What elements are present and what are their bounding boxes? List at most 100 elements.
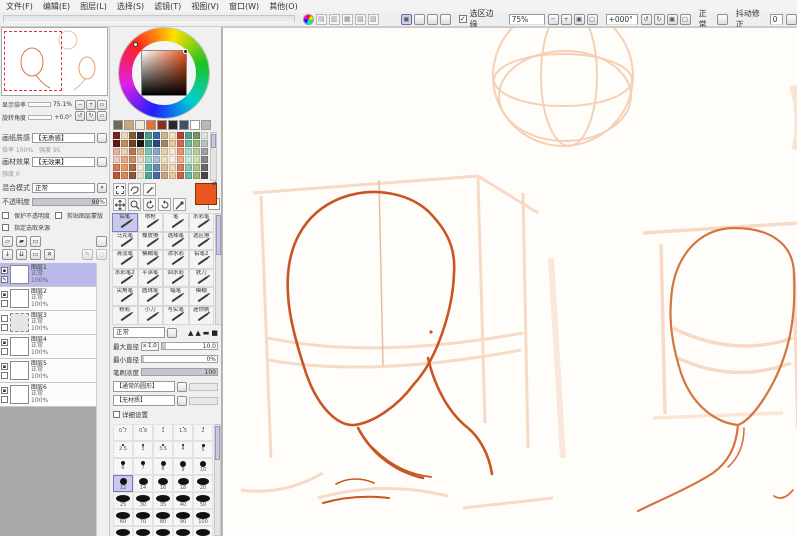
- brush-grid-scrollbar[interactable]: [215, 213, 222, 325]
- size-preset-9[interactable]: 9: [173, 458, 193, 475]
- color-swatch[interactable]: [177, 148, 184, 155]
- size-preset-3[interactable]: 3: [133, 441, 153, 458]
- layer-visibility-checkbox[interactable]: ▪: [1, 267, 8, 274]
- panel-toggle-icon[interactable]: ▨: [368, 14, 379, 25]
- brush-edge-shape-icon[interactable]: ■: [211, 328, 218, 338]
- brush-tool-8[interactable]: 选区擦: [189, 232, 215, 251]
- color-swatch[interactable]: [129, 164, 136, 171]
- color-swatch[interactable]: [201, 156, 208, 163]
- size-preset-30[interactable]: 30: [133, 492, 153, 509]
- brush-texture-button[interactable]: [177, 396, 187, 406]
- menu-item-8[interactable]: 其他(O): [269, 1, 298, 12]
- preserve-opacity-checkbox[interactable]: [2, 212, 9, 219]
- color-swatch[interactable]: [193, 148, 200, 155]
- color-swatch[interactable]: [113, 140, 120, 147]
- layer-row-4[interactable]: ▪图层4正常100%: [0, 335, 96, 359]
- brush-tool-14[interactable]: 平涂笔: [138, 269, 164, 288]
- advanced-settings-checkbox[interactable]: [113, 411, 120, 418]
- panel-toggle-icon[interactable]: ▦: [342, 14, 353, 25]
- size-preset-16[interactable]: 16: [153, 475, 173, 492]
- mixer-color-swatch[interactable]: [190, 120, 200, 130]
- merge-down-button[interactable]: ⇊: [16, 249, 27, 260]
- menu-item-6[interactable]: 视图(V): [191, 1, 219, 12]
- reset-view-tool[interactable]: [158, 198, 171, 211]
- size-preset-35[interactable]: 35: [153, 492, 173, 509]
- color-swatch[interactable]: [153, 156, 160, 163]
- new-layer-button[interactable]: ▱: [2, 236, 13, 247]
- color-swatch[interactable]: [121, 132, 128, 139]
- brush-texture-select[interactable]: 【无材质】: [113, 395, 175, 406]
- navigator-viewport-rect[interactable]: [4, 31, 62, 91]
- nav-rotate-ccw-button[interactable]: ↺: [75, 111, 85, 121]
- color-swatch[interactable]: [185, 140, 192, 147]
- nav-rotate-slider[interactable]: [28, 115, 52, 120]
- color-swatch[interactable]: [177, 172, 184, 179]
- mixer-color-swatch[interactable]: [157, 120, 167, 130]
- blend-mode-button[interactable]: ▾: [97, 183, 107, 193]
- menu-item-4[interactable]: 选择(S): [117, 1, 144, 12]
- color-swatch[interactable]: [161, 156, 168, 163]
- layer-row-3[interactable]: 图层3正常100%: [0, 311, 96, 335]
- selection-edge-checkbox[interactable]: ✓: [459, 15, 467, 23]
- layer-visibility-checkbox[interactable]: ▪: [1, 363, 8, 370]
- nav-rotate-reset-button[interactable]: ▫: [97, 111, 107, 121]
- color-swatch[interactable]: [169, 164, 176, 171]
- brush-tool-13[interactable]: 水彩笔2: [112, 269, 138, 288]
- brush-tool-22[interactable]: 小刀: [138, 306, 164, 325]
- color-swatch[interactable]: [121, 156, 128, 163]
- size-preset-2.5[interactable]: 2.5: [113, 441, 133, 458]
- color-swatch[interactable]: [137, 164, 144, 171]
- angle-value-field[interactable]: +000°: [606, 14, 638, 25]
- layer-thumbnail[interactable]: [10, 289, 29, 308]
- layer-paint-indicator[interactable]: [1, 300, 8, 307]
- size-preset-4[interactable]: 4: [173, 441, 193, 458]
- brush-tool-19[interactable]: 蜡笔: [163, 287, 189, 306]
- color-swatch[interactable]: [193, 156, 200, 163]
- layer-paint-indicator[interactable]: [1, 348, 8, 355]
- brush-tool-12[interactable]: 铅笔2: [189, 250, 215, 269]
- color-swatch[interactable]: [169, 140, 176, 147]
- selection-mode-button[interactable]: ▣: [401, 14, 412, 25]
- transfer-down-button[interactable]: ↓: [2, 249, 13, 260]
- color-swatch[interactable]: [137, 172, 144, 179]
- layer-paint-indicator[interactable]: [1, 324, 8, 331]
- lasso-tool[interactable]: [128, 183, 141, 196]
- color-swatch[interactable]: [169, 148, 176, 155]
- zoom-reset-button[interactable]: ▢: [587, 14, 598, 25]
- brush-tool-20[interactable]: 模糊: [189, 287, 215, 306]
- size-preset-18[interactable]: 18: [173, 475, 193, 492]
- size-preset-200[interactable]: 200: [153, 526, 173, 536]
- zoom-value-field[interactable]: 75%: [509, 14, 545, 25]
- color-swatch[interactable]: [185, 132, 192, 139]
- color-swatch[interactable]: [121, 164, 128, 171]
- layer-thumbnail[interactable]: [10, 337, 29, 356]
- color-swatch[interactable]: [201, 164, 208, 171]
- color-swatch[interactable]: [145, 156, 152, 163]
- magic-wand-tool[interactable]: [143, 183, 156, 196]
- size-preset-3.5[interactable]: 3.5: [153, 441, 173, 458]
- color-swatch[interactable]: [193, 164, 200, 171]
- selection-mode-button[interactable]: [414, 14, 425, 25]
- color-swatch[interactable]: [161, 148, 168, 155]
- brush-tool-21[interactable]: 粉彩: [112, 306, 138, 325]
- layer-mask-button[interactable]: ✎: [82, 249, 93, 260]
- size-preset-6[interactable]: 6: [113, 458, 133, 475]
- layer-visibility-checkbox[interactable]: ▪: [1, 291, 8, 298]
- color-swatch[interactable]: [153, 164, 160, 171]
- menu-item-3[interactable]: 图层(L): [80, 1, 107, 12]
- mixer-color-swatch[interactable]: [146, 120, 156, 130]
- color-swatch[interactable]: [193, 172, 200, 179]
- color-swatch[interactable]: [185, 164, 192, 171]
- rect-select-tool[interactable]: [113, 183, 126, 196]
- zoom-fit-button[interactable]: ▣: [574, 14, 585, 25]
- color-swatch[interactable]: [169, 156, 176, 163]
- color-swatch[interactable]: [185, 156, 192, 163]
- layer-thumbnail[interactable]: [10, 385, 29, 404]
- layer-paint-indicator[interactable]: ✎: [1, 276, 8, 283]
- color-swatch[interactable]: [161, 172, 168, 179]
- color-wheel-toggle-icon[interactable]: [303, 14, 314, 25]
- size-preset-90[interactable]: 90: [173, 509, 193, 526]
- color-swatch[interactable]: [113, 164, 120, 171]
- brush-tool-11[interactable]: 浓水彩: [163, 250, 189, 269]
- brush-tool-5[interactable]: 马克笔: [112, 232, 138, 251]
